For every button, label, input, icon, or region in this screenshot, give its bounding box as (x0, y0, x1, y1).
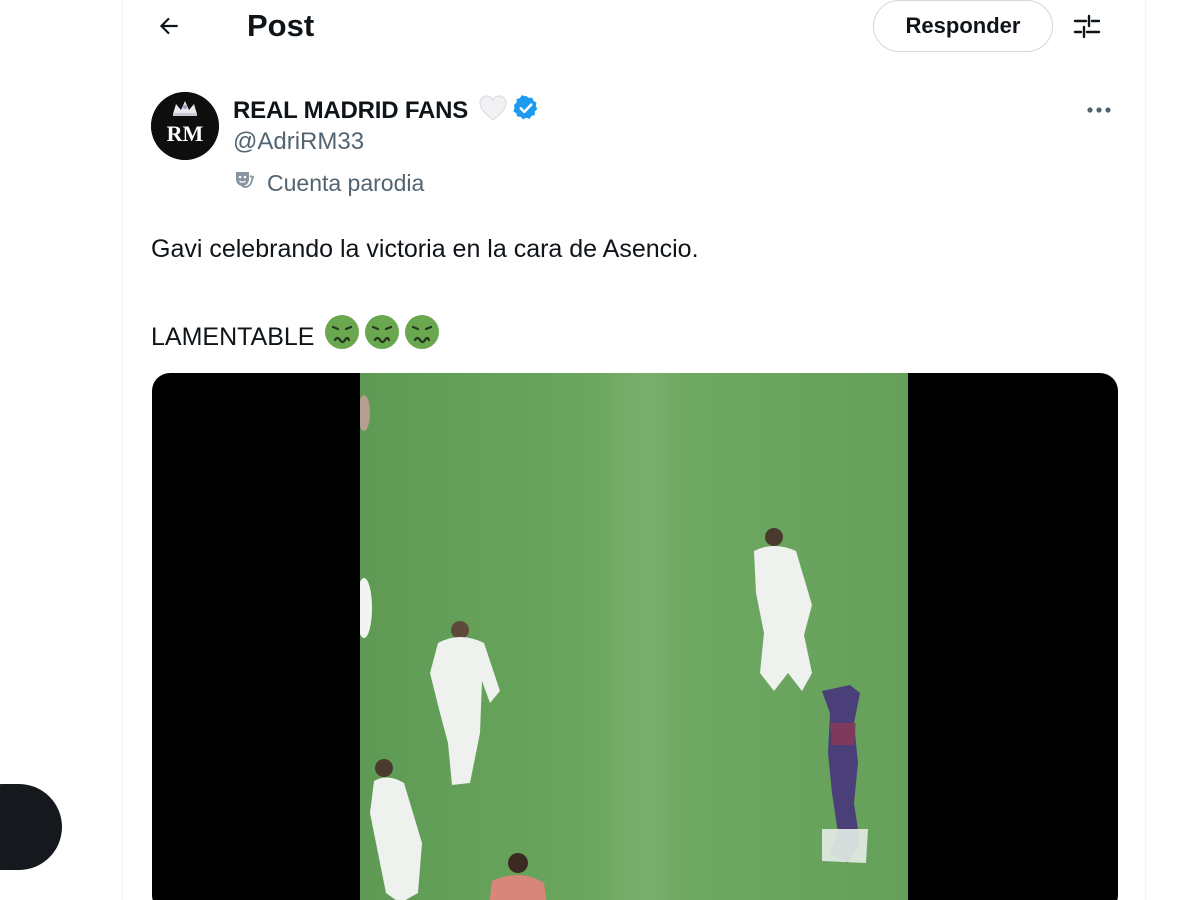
player-barca (822, 685, 868, 863)
avatar[interactable]: RM (151, 92, 219, 160)
page-title: Post (247, 8, 315, 43)
video-frame (356, 373, 908, 900)
nauseated-face-icon (404, 314, 440, 359)
real-madrid-logo-icon: RM (151, 92, 219, 160)
post-video[interactable] (152, 373, 1118, 900)
floating-action-pill[interactable] (0, 784, 62, 870)
author-name[interactable]: REAL MADRID FANS (233, 97, 468, 125)
parody-label-text: Cuenta parodia (267, 169, 425, 196)
post-text-line2: LAMENTABLE (151, 322, 315, 351)
reply-button[interactable]: Responder (873, 0, 1053, 52)
nauseated-face-icon (364, 314, 400, 359)
author-handle[interactable]: @AdriRM33 (233, 128, 364, 156)
nauseated-face-icon (324, 314, 360, 359)
parody-account-label: Cuenta parodia (233, 168, 424, 198)
theater-mask-icon (233, 168, 257, 198)
page: Post Responder RM REAL MADRID FANS @Adri… (0, 0, 1200, 900)
back-button[interactable] (147, 6, 191, 50)
emoji-row (324, 314, 440, 359)
player-partial-bottom (489, 853, 547, 900)
post-header: Post Responder (123, 0, 1145, 54)
verified-badge-icon[interactable] (512, 94, 540, 127)
sliders-icon (1072, 11, 1102, 46)
post-text-line2-row: LAMENTABLE (151, 314, 440, 359)
settings-button[interactable] (1065, 6, 1109, 50)
more-dots-icon (1086, 101, 1112, 119)
post-text-line1: Gavi celebrando la victoria en la cara d… (151, 235, 699, 263)
white-heart-icon (478, 94, 508, 127)
player-white-3 (754, 528, 812, 691)
player-white-2 (370, 759, 422, 900)
more-options-button[interactable] (1079, 90, 1119, 130)
svg-text:RM: RM (167, 121, 204, 146)
author-name-row[interactable]: REAL MADRID FANS (233, 94, 540, 127)
arrow-left-icon (156, 13, 182, 44)
football-pitch-scene (356, 373, 868, 900)
player-white-1 (430, 621, 500, 785)
post-column: Post Responder RM REAL MADRID FANS @Adri… (122, 0, 1146, 900)
